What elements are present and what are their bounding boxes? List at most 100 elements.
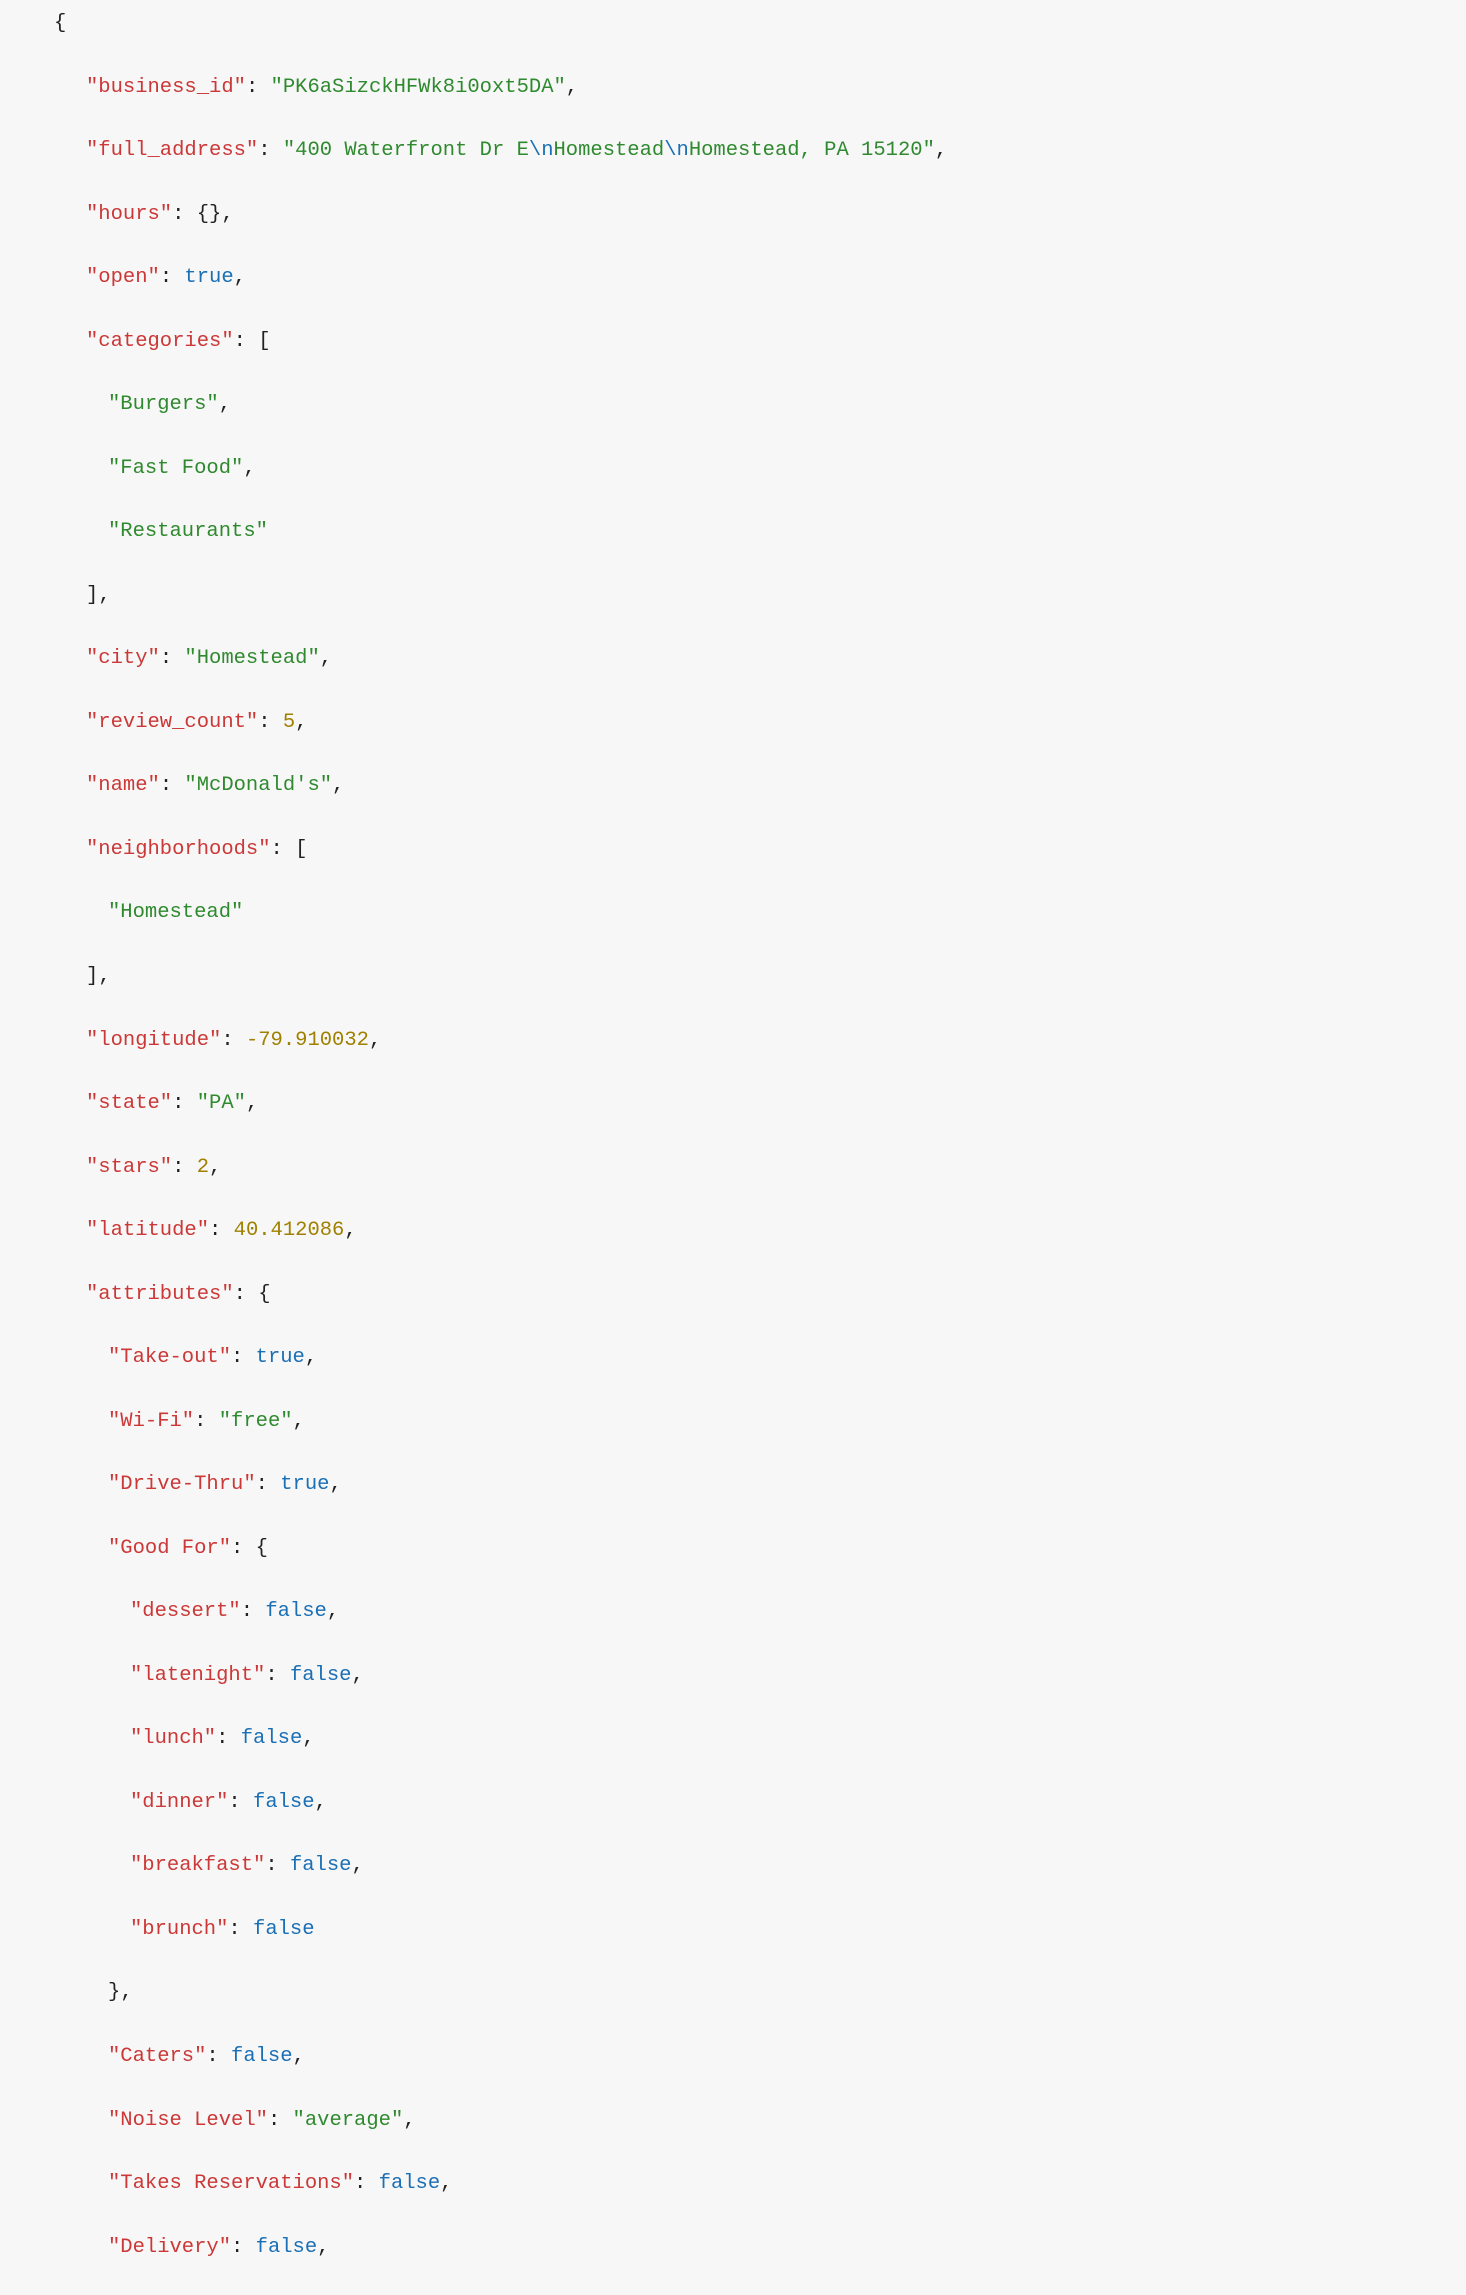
code-line: "brunch": false — [0, 1914, 1466, 1946]
code-line: "hours": {}, — [0, 199, 1466, 231]
code-token: "stars" — [86, 1156, 172, 1179]
code-token: { — [258, 1283, 270, 1306]
code-token: , — [293, 2045, 305, 2068]
code-token: , — [246, 1092, 258, 1115]
code-line: "Homestead" — [0, 897, 1466, 929]
code-token: \n — [664, 139, 689, 162]
code-token: "breakfast" — [130, 1854, 265, 1877]
code-token: : — [234, 1283, 259, 1306]
code-token: : — [172, 203, 197, 226]
code-token: "400 Waterfront Dr E — [283, 139, 529, 162]
code-token: "Burgers" — [108, 393, 219, 416]
code-token: true — [184, 266, 233, 289]
code-token: , — [98, 584, 110, 607]
code-token: "Fast Food" — [108, 457, 243, 480]
code-token: "neighborhoods" — [86, 838, 271, 861]
code-token: "Wi-Fi" — [108, 1410, 194, 1433]
code-token: , — [329, 1473, 341, 1496]
code-token: 5 — [283, 711, 295, 734]
code-token: Homestead, PA 15120" — [689, 139, 935, 162]
code-token: false — [241, 1727, 303, 1750]
code-line: "full_address": "400 Waterfront Dr E\nHo… — [0, 135, 1466, 167]
code-line: "Noise Level": "average", — [0, 2105, 1466, 2137]
code-line: "Fast Food", — [0, 453, 1466, 485]
code-token: 40.412086 — [234, 1219, 345, 1242]
code-line: "city": "Homestead", — [0, 643, 1466, 675]
code-token: "name" — [86, 774, 160, 797]
code-token: : — [160, 647, 185, 670]
code-token: : — [194, 1410, 219, 1433]
code-line: "Drive-Thru": true, — [0, 1469, 1466, 1501]
code-token: : — [206, 2045, 231, 2068]
code-token: "dessert" — [130, 1600, 241, 1623]
code-line: "Restaurants" — [0, 516, 1466, 548]
code-token: "PK6aSizckHFWk8i0oxt5DA" — [271, 76, 566, 99]
code-token: "hours" — [86, 203, 172, 226]
code-token: ] — [86, 965, 98, 988]
code-token: "Homestead" — [108, 901, 243, 924]
code-token: : — [256, 1473, 281, 1496]
code-token: : — [246, 76, 271, 99]
code-token: , — [221, 203, 233, 226]
code-token: true — [280, 1473, 329, 1496]
code-token: , — [305, 1346, 317, 1369]
code-token: : — [221, 1029, 246, 1052]
code-token: ] — [86, 584, 98, 607]
code-line: "review_count": 5, — [0, 707, 1466, 739]
code-token: "PA" — [197, 1092, 246, 1115]
code-token: false — [256, 2236, 318, 2259]
code-token: false — [290, 1664, 352, 1687]
code-token: "Takes Reservations" — [108, 2172, 354, 2195]
code-token: , — [566, 76, 578, 99]
code-token: : — [231, 2236, 256, 2259]
code-token: "latenight" — [130, 1664, 265, 1687]
code-token: "longitude" — [86, 1029, 221, 1052]
code-token: [ — [258, 330, 270, 353]
code-token: "latitude" — [86, 1219, 209, 1242]
code-token: : — [228, 1918, 253, 1941]
code-token: { — [256, 1537, 268, 1560]
code-token: : — [228, 1791, 253, 1814]
code-token: , — [243, 457, 255, 480]
code-token: : — [160, 266, 185, 289]
code-token: , — [295, 711, 307, 734]
code-token: -79.910032 — [246, 1029, 369, 1052]
code-token: "Caters" — [108, 2045, 206, 2068]
code-token: } — [108, 1981, 120, 2004]
code-token: , — [369, 1029, 381, 1052]
code-line: "state": "PA", — [0, 1088, 1466, 1120]
code-token: {} — [197, 203, 222, 226]
code-line: "Take-out": true, — [0, 1342, 1466, 1374]
code-token: : — [216, 1727, 241, 1750]
code-line: ], — [0, 961, 1466, 993]
code-token: false — [231, 2045, 293, 2068]
code-token: "Homestead" — [184, 647, 319, 670]
code-token: , — [293, 1410, 305, 1433]
code-line: "attributes": { — [0, 1279, 1466, 1311]
code-line: "Delivery": false, — [0, 2232, 1466, 2264]
code-token: "free" — [219, 1410, 293, 1433]
code-token: false — [290, 1854, 352, 1877]
code-line: "business_id": "PK6aSizckHFWk8i0oxt5DA", — [0, 72, 1466, 104]
code-token: : — [234, 330, 259, 353]
code-token: , — [320, 647, 332, 670]
code-token: , — [351, 1664, 363, 1687]
code-line: "Takes Reservations": false, — [0, 2168, 1466, 2200]
code-token: : — [231, 1537, 256, 1560]
code-line: { — [0, 8, 1466, 40]
code-token: "lunch" — [130, 1727, 216, 1750]
code-token: "Take-out" — [108, 1346, 231, 1369]
code-token: , — [935, 139, 947, 162]
code-token: , — [209, 1156, 221, 1179]
code-token: , — [315, 1791, 327, 1814]
code-token: , — [332, 774, 344, 797]
code-token: , — [219, 393, 231, 416]
code-token: : — [160, 774, 185, 797]
code-token: : — [172, 1156, 197, 1179]
code-line: "Caters": false, — [0, 2041, 1466, 2073]
code-token: "full_address" — [86, 139, 258, 162]
code-token: "Good For" — [108, 1537, 231, 1560]
code-token: false — [379, 2172, 441, 2195]
code-line: "latitude": 40.412086, — [0, 1215, 1466, 1247]
code-token: false — [253, 1791, 315, 1814]
